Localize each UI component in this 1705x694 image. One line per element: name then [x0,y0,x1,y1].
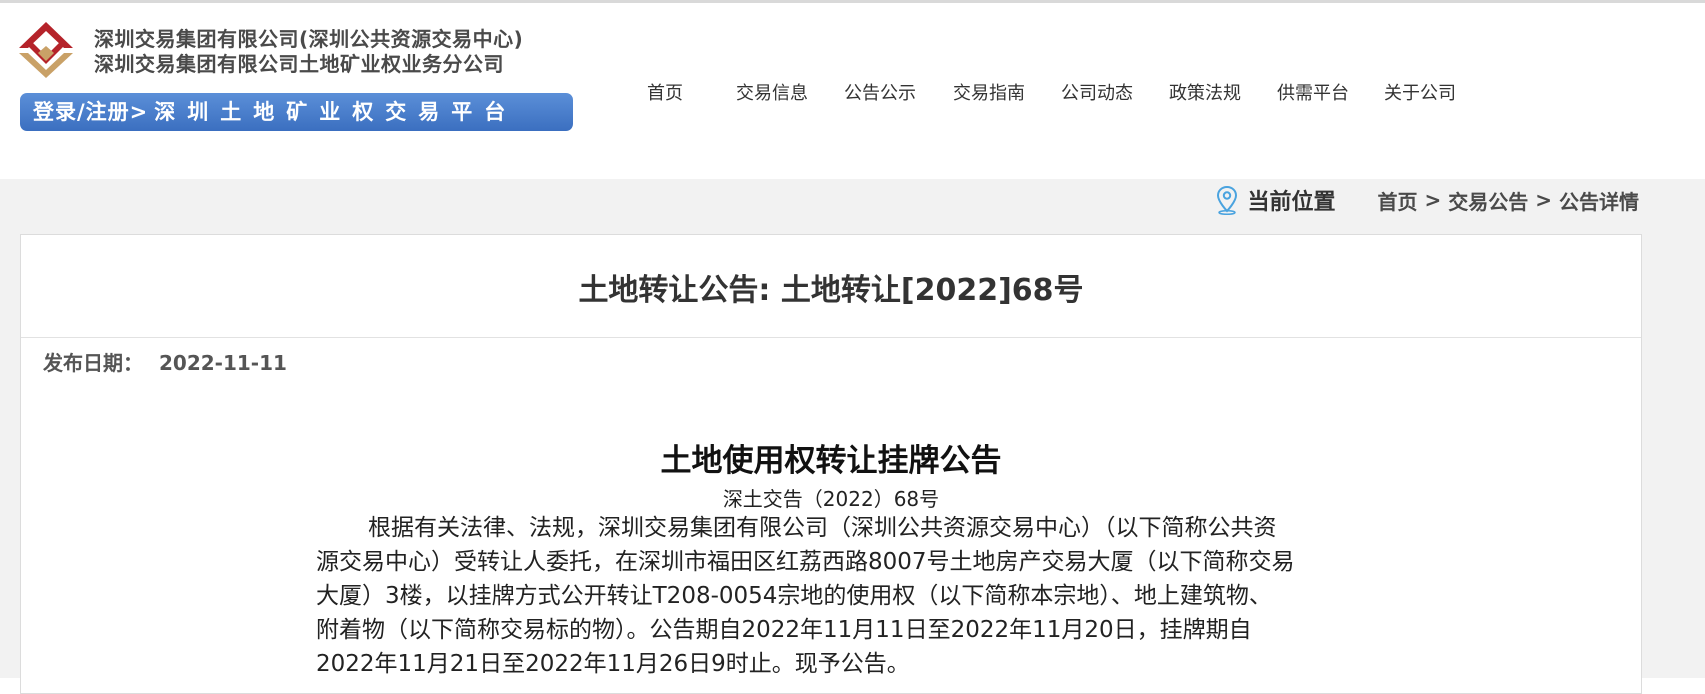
site-header: 深圳交易集团有限公司(深圳公共资源交易中心) 深圳交易集团有限公司土地矿业权业务… [0,3,1705,179]
publish-date-row: 发布日期： 2022-11-11 [43,347,287,376]
breadcrumb-trade-announcements[interactable]: 交易公告 [1448,186,1528,215]
publish-date-value: 2022-11-11 [159,351,287,375]
breadcrumb-separator: > [1535,188,1552,212]
publish-date-label: 发布日期： [43,351,143,375]
article-panel: 土地转让公告: 土地转让[2022]68号 发布日期： 2022-11-11 土地… [20,234,1642,694]
breadcrumb: 当前位置 首页 > 交易公告 > 公告详情 [1215,183,1639,217]
nav-item-company-news[interactable]: 公司动态 [1061,79,1133,105]
location-pin-icon [1217,185,1238,215]
body-line: 大厦）3楼，以挂牌方式公开转让T208-0054宗地的使用权（以下简称本宗地）、… [316,583,1272,609]
breadcrumb-home[interactable]: 首页 [1377,186,1417,215]
body-line: 附着物（以下简称交易标的物）。公告期自2022年11月11日至2022年11月2… [316,617,1252,643]
org-name-line2: 深圳交易集团有限公司土地矿业权业务分公司 [94,52,504,76]
body-line: 源交易中心）受转让人委托，在深圳市福田区红荔西路8007号土地房产交易大厦（以下… [316,549,1295,575]
nav-item-trade-info[interactable]: 交易信息 [736,79,808,105]
breadcrumb-separator: > [1424,188,1442,212]
body-line: 根据有关法律、法规，深圳交易集团有限公司（深圳公共资源交易中心）（以下简称公共资 [368,515,1277,541]
platform-name: 深圳土地矿业权交易平台 [154,100,518,124]
article-title: 土地转让公告: 土地转让[2022]68号 [578,273,1084,308]
login-register-link[interactable]: 登录/注册> [33,100,148,124]
breadcrumb-current: 公告详情 [1559,189,1639,214]
login-register-banner[interactable]: 登录/注册> 深圳土地矿业权交易平台 [20,93,573,131]
breadcrumb-label: 当前位置 [1247,190,1336,215]
article-header: 土地转让公告: 土地转让[2022]68号 [21,235,1641,338]
nav-item-announcements[interactable]: 公告公示 [844,79,916,105]
company-logo-icon[interactable] [18,20,75,80]
body-line: 2022年11月21日至2022年11月26日9时止。现予公告。 [316,651,910,677]
document-title: 土地使用权转让挂牌公告 [660,443,1002,479]
document-body: 根据有关法律、法规，深圳交易集团有限公司（深圳公共资源交易中心）（以下简称公共资… [316,511,1416,681]
nav-item-trade-guide[interactable]: 交易指南 [953,79,1025,105]
nav-item-policies[interactable]: 政策法规 [1169,79,1241,105]
nav-item-about[interactable]: 关于公司 [1384,79,1456,105]
document-number: 深土交告（2022）68号 [722,487,940,511]
nav-item-supply-demand[interactable]: 供需平台 [1277,79,1349,105]
nav-item-home[interactable]: 首页 [647,79,683,105]
